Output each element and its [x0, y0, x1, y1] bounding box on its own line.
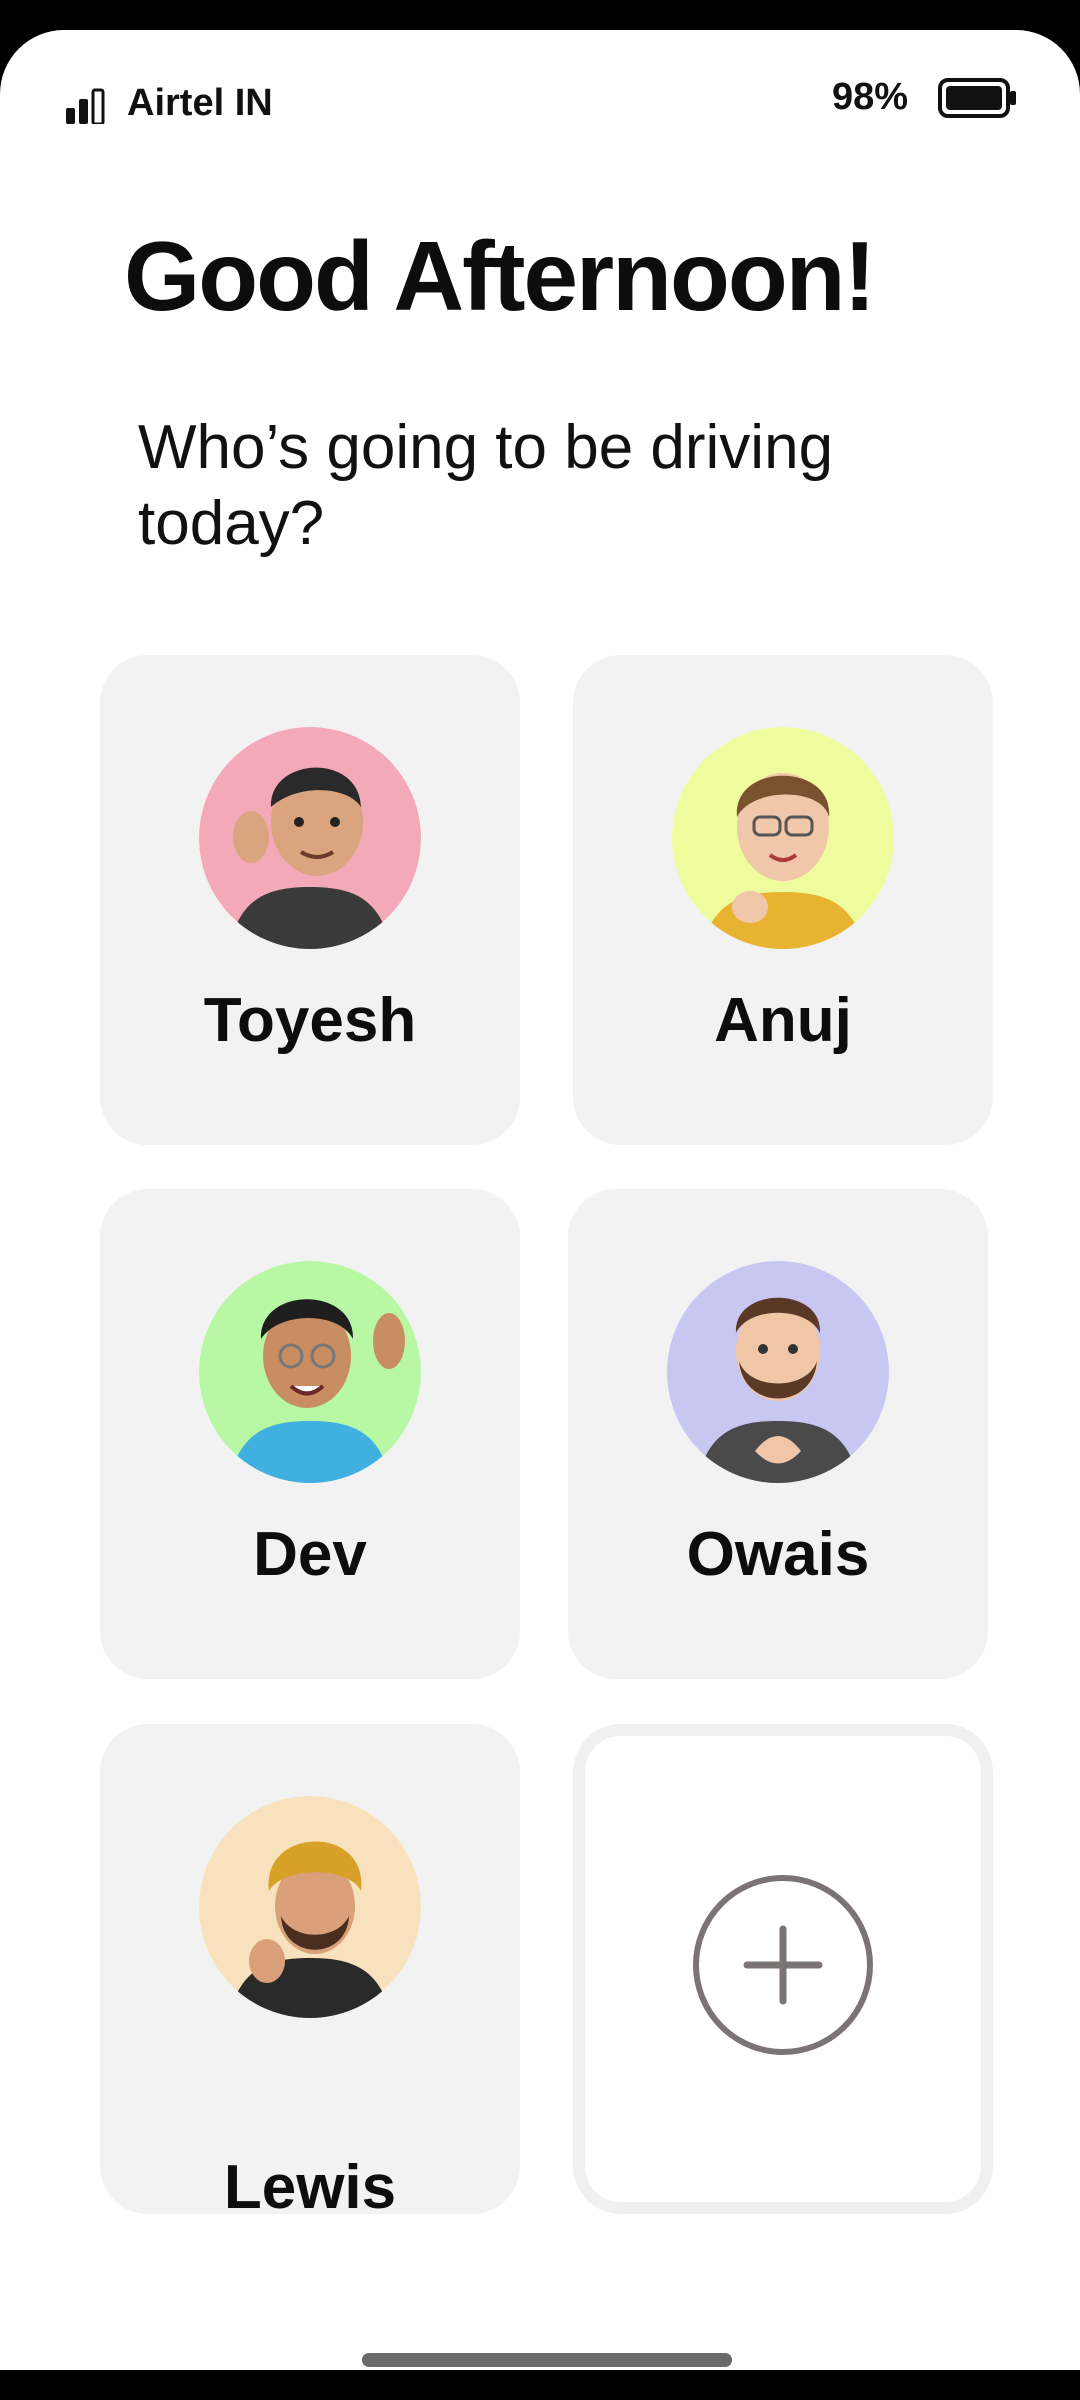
battery-icon — [938, 78, 1016, 118]
plus-circle-icon — [693, 1875, 873, 2055]
memoji-avatar — [199, 1261, 421, 1483]
profile-card-dev[interactable]: Dev — [100, 1189, 520, 1679]
carrier-label: Airtel IN — [127, 82, 273, 124]
memoji-avatar — [672, 727, 894, 949]
profile-name: Owais — [686, 1520, 870, 1589]
battery-percent: 98% — [832, 76, 909, 118]
profile-card-lewis[interactable]: Lewis — [100, 1724, 520, 2222]
greeting-title: Good Afternoon! — [124, 221, 876, 331]
profile-name: Anuj — [714, 986, 852, 1055]
status-bar: Airtel IN 98% — [0, 30, 1080, 160]
home-indicator[interactable] — [362, 2353, 732, 2367]
profile-name: Dev — [253, 1520, 367, 1589]
profile-card-anuj[interactable]: Anuj — [573, 655, 993, 1145]
profile-name: Toyesh — [203, 986, 417, 1055]
add-profile-button[interactable] — [573, 1724, 993, 2214]
profile-name: Lewis — [223, 2153, 397, 2222]
signal-icon — [66, 88, 105, 124]
memoji-avatar — [667, 1261, 889, 1483]
memoji-avatar — [199, 727, 421, 949]
memoji-avatar — [199, 1796, 421, 2018]
profile-card-owais[interactable]: Owais — [568, 1189, 988, 1679]
phone-screen: Airtel IN 98% Good Afternoon! Who’s goin… — [0, 30, 1080, 2370]
driver-prompt: Who’s going to be driving today? — [138, 413, 834, 558]
profile-card-toyesh[interactable]: Toyesh — [100, 655, 520, 1145]
